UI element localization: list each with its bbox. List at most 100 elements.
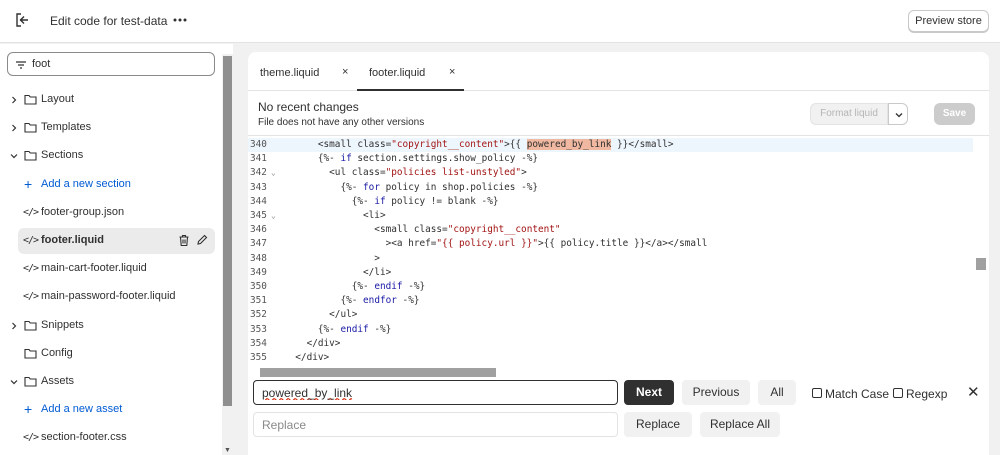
line-number: 348 bbox=[250, 252, 267, 264]
code-text: {%- endif -%} bbox=[284, 323, 392, 335]
sidebar-scrollbar-thumb[interactable] bbox=[223, 56, 232, 406]
line-number: 349 bbox=[250, 266, 267, 278]
next-button[interactable]: Next bbox=[624, 380, 674, 405]
pencil-icon[interactable] bbox=[196, 234, 208, 246]
chevron-right-icon[interactable] bbox=[9, 123, 19, 133]
code-file-icon: </> bbox=[23, 263, 39, 275]
match-case-checkbox[interactable] bbox=[812, 388, 822, 398]
code-line[interactable]: 347 ><a href="{{ policy.url }}">{{ polic… bbox=[248, 237, 973, 251]
line-number: 347 bbox=[250, 238, 267, 250]
find-input[interactable] bbox=[253, 380, 618, 405]
line-number: 344 bbox=[250, 195, 267, 207]
code-text: <li> bbox=[284, 210, 386, 221]
close-icon[interactable]: ✕ bbox=[967, 383, 980, 401]
code-text: </li> bbox=[284, 266, 392, 278]
regexp-checkbox[interactable] bbox=[893, 388, 903, 398]
code-line[interactable]: 345 ⌄ <li> bbox=[248, 209, 973, 223]
scroll-down-arrow-icon[interactable]: ▼ bbox=[224, 447, 231, 454]
topbar: Edit code for test-data Preview store bbox=[0, 0, 1000, 43]
code-line[interactable]: 346 <small class="copyright__content" bbox=[248, 223, 973, 237]
file-label: footer.liquid bbox=[41, 234, 104, 246]
plus-icon: + bbox=[24, 175, 33, 192]
file-main-cart-footer-liquid[interactable]: </> main-cart-footer.liquid bbox=[0, 256, 222, 282]
replace-input[interactable] bbox=[253, 412, 618, 437]
file-footer-group-json[interactable]: </> footer-group.json bbox=[0, 200, 222, 226]
folder-label: Sections bbox=[41, 149, 84, 162]
status-note: File does not have any other versions bbox=[258, 117, 425, 128]
code-line[interactable]: 344 {%- if policy != blank -%} bbox=[248, 195, 973, 209]
fold-chevron-icon[interactable]: ⌄ bbox=[271, 209, 276, 223]
folder-icon bbox=[24, 375, 37, 388]
folder-label: Assets bbox=[41, 375, 75, 387]
replace-all-button[interactable]: Replace All bbox=[700, 412, 780, 437]
line-number: 341 bbox=[250, 153, 267, 165]
code-vertical-scrollbar[interactable] bbox=[975, 138, 987, 366]
preview-store-button[interactable]: Preview store bbox=[908, 10, 989, 32]
folder-label: Snippets bbox=[41, 318, 84, 331]
code-text: {%- endfor -%} bbox=[284, 295, 420, 307]
filter-icon bbox=[15, 59, 27, 71]
code-text: ><a href="{{ policy.url }}">{{ policy.ti… bbox=[284, 238, 708, 250]
chevron-down-icon[interactable] bbox=[9, 151, 19, 161]
format-options-button[interactable] bbox=[888, 103, 908, 125]
file-main-password-footer-liquid[interactable]: </> main-password-footer.liquid bbox=[0, 284, 222, 310]
line-number: 354 bbox=[250, 337, 267, 349]
file-search[interactable] bbox=[7, 52, 215, 76]
folder-layout[interactable]: Layout bbox=[0, 87, 222, 113]
line-number: 350 bbox=[250, 281, 267, 292]
code-file-icon: </> bbox=[23, 291, 39, 303]
code-line[interactable]: 343 {%- for policy in shop.policies -%} bbox=[248, 181, 973, 195]
replace-bar: Replace Replace All bbox=[248, 410, 989, 440]
file-footer-liquid[interactable]: </> footer.liquid bbox=[18, 228, 215, 254]
tab-theme-liquid[interactable]: theme.liquid × bbox=[248, 52, 356, 91]
code-line[interactable]: 355 </div> bbox=[248, 351, 973, 365]
chevron-down-icon[interactable] bbox=[9, 377, 19, 387]
code-line[interactable]: 349 </li> bbox=[248, 266, 973, 280]
ellipsis-icon[interactable] bbox=[172, 12, 188, 28]
line-number: 355 bbox=[250, 352, 267, 363]
save-button[interactable]: Save bbox=[934, 103, 975, 125]
code-text: <small class="copyright__content">{{ pow… bbox=[284, 139, 674, 150]
code-line[interactable]: 352 </ul> bbox=[248, 308, 973, 322]
trash-icon[interactable] bbox=[178, 234, 190, 247]
folder-snippets[interactable]: Snippets bbox=[0, 313, 222, 339]
page-title: Edit code for test-data bbox=[50, 14, 168, 28]
sidebar-scrollbar[interactable]: ▼ bbox=[222, 54, 233, 455]
code-line[interactable]: 341 {%- if section.settings.show_policy … bbox=[248, 152, 973, 166]
all-button[interactable]: All bbox=[758, 380, 796, 405]
folder-sections[interactable]: Sections bbox=[0, 143, 222, 169]
add-add-a-new-asset[interactable]: + Add a new asset bbox=[0, 397, 222, 423]
code-line[interactable]: 351 {%- endfor -%} bbox=[248, 294, 973, 308]
search-input[interactable] bbox=[32, 56, 202, 72]
add-add-a-new-section[interactable]: + Add a new section bbox=[0, 172, 222, 198]
code-line[interactable]: 348 > bbox=[248, 252, 973, 266]
editor-panel: theme.liquid × footer.liquid × No recent… bbox=[248, 52, 989, 455]
folder-icon bbox=[24, 93, 37, 106]
chevron-right-icon[interactable] bbox=[9, 321, 19, 331]
code-line[interactable]: 342 ⌄ <ul class="policies list-unstyled"> bbox=[248, 166, 973, 180]
chevron-right-icon[interactable] bbox=[9, 95, 19, 105]
format-liquid-button[interactable]: Format liquid bbox=[810, 103, 888, 125]
file-section-footer-css[interactable]: </> section-footer.css bbox=[0, 425, 222, 451]
line-number: 346 bbox=[250, 224, 267, 236]
tab-footer-liquid[interactable]: footer.liquid × bbox=[357, 52, 464, 91]
fold-chevron-icon[interactable]: ⌄ bbox=[271, 166, 276, 180]
previous-button[interactable]: Previous bbox=[682, 380, 750, 405]
replace-button[interactable]: Replace bbox=[624, 412, 692, 437]
folder-templates[interactable]: Templates bbox=[0, 115, 222, 141]
code-scrollbar-thumb[interactable] bbox=[976, 258, 986, 270]
exit-icon[interactable] bbox=[13, 11, 31, 29]
code-editor[interactable]: 340 <small class="copyright__content">{{… bbox=[248, 138, 989, 366]
folder-label: Config bbox=[41, 346, 73, 359]
folder-config[interactable]: Config bbox=[0, 341, 222, 367]
code-line[interactable]: 350 {%- endif -%} bbox=[248, 280, 973, 294]
code-text: </div> bbox=[284, 352, 330, 363]
folder-assets[interactable]: Assets bbox=[0, 369, 222, 395]
close-icon[interactable]: × bbox=[342, 66, 348, 78]
code-line[interactable]: 353 {%- endif -%} bbox=[248, 323, 973, 337]
code-line[interactable]: 354 </div> bbox=[248, 337, 973, 351]
code-line[interactable]: 340 <small class="copyright__content">{{… bbox=[248, 138, 973, 153]
tab-label: theme.liquid bbox=[260, 67, 320, 79]
code-text: </ul> bbox=[284, 309, 358, 321]
close-icon[interactable]: × bbox=[449, 66, 455, 78]
